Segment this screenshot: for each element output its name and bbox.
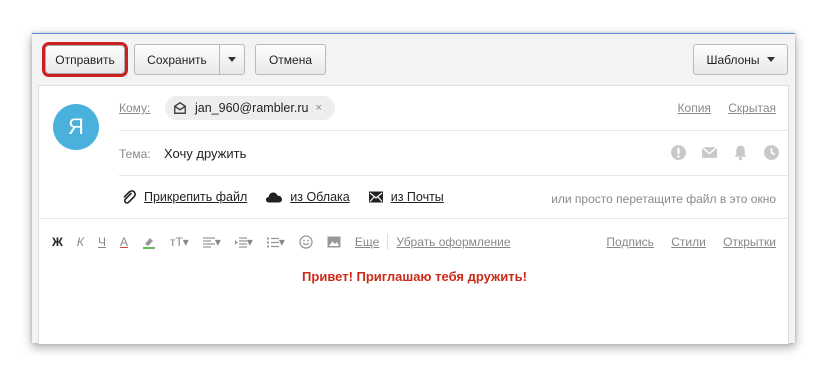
- format-right-links: Подпись Стили Открытки: [592, 235, 776, 249]
- align-left-icon: [202, 236, 215, 248]
- templates-button[interactable]: Шаблоны: [693, 44, 788, 75]
- from-mail-label: из Почты: [390, 190, 444, 204]
- templates-label: Шаблоны: [706, 52, 760, 67]
- underline-button[interactable]: Ч: [98, 235, 106, 249]
- text-color-button[interactable]: А: [120, 235, 128, 249]
- divider: [39, 218, 788, 219]
- compose-toolbar: Отправить Сохранить Отмена Шаблоны: [32, 34, 795, 84]
- message-body[interactable]: Привет! Приглашаю тебя дружить!: [39, 269, 790, 284]
- cloud-icon: [266, 192, 283, 203]
- envelope-icon: [174, 101, 186, 114]
- from-cloud-label: из Облака: [290, 190, 350, 204]
- smiley-icon: [299, 235, 313, 249]
- more-link[interactable]: Еще: [355, 235, 379, 249]
- bcc-link[interactable]: Скрытая: [728, 101, 776, 115]
- clock-icon[interactable]: [763, 144, 780, 161]
- italic-button[interactable]: К: [77, 235, 84, 249]
- compose-panel: Я Кому: jan_960@rambler.ru × Копия Скрыт…: [38, 85, 789, 344]
- bell-icon[interactable]: [732, 144, 749, 161]
- compose-window: Отправить Сохранить Отмена Шаблоны Я Ком…: [32, 33, 795, 344]
- mail-icon: [368, 191, 383, 203]
- remove-recipient-icon[interactable]: ×: [315, 102, 321, 114]
- format-toolbar: Ж К Ч А тТ ▾ ▾ ▾ ▾ Еще Убрать оформление: [52, 234, 525, 250]
- cancel-button[interactable]: Отмена: [255, 44, 326, 75]
- signature-link[interactable]: Подпись: [606, 235, 654, 249]
- indent-button[interactable]: ▾: [234, 235, 253, 249]
- cards-link[interactable]: Открытки: [723, 235, 776, 249]
- divider: [119, 175, 788, 176]
- font-size-button[interactable]: тТ ▾: [170, 235, 189, 249]
- recipient-chip[interactable]: jan_960@rambler.ru ×: [165, 96, 335, 120]
- notify-envelope-icon[interactable]: [701, 144, 718, 161]
- recipient-address: jan_960@rambler.ru: [195, 101, 309, 115]
- divider: [119, 130, 788, 131]
- bold-button[interactable]: Ж: [52, 235, 63, 249]
- highlight-button[interactable]: [142, 236, 156, 249]
- subject-icons: [670, 144, 780, 161]
- send-button[interactable]: Отправить: [42, 42, 128, 77]
- font-size-label: тТ: [169, 235, 183, 249]
- indent-icon: [234, 236, 247, 248]
- subject-label: Тема:: [119, 147, 151, 161]
- subject-input[interactable]: Хочу дружить: [164, 146, 246, 161]
- toolbar-separator: [387, 234, 389, 250]
- styles-link[interactable]: Стили: [671, 235, 706, 249]
- chevron-down-icon: [228, 57, 236, 62]
- image-icon: [327, 236, 341, 248]
- importance-icon[interactable]: [670, 144, 687, 161]
- avatar: Я: [53, 104, 99, 150]
- attachment-row: Прикрепить файл из Облака из Почты: [121, 189, 462, 205]
- clear-format-link[interactable]: Убрать оформление: [396, 235, 510, 249]
- chevron-down-icon: [766, 57, 775, 62]
- cc-bcc-links: Копия Скрытая: [664, 101, 776, 115]
- save-options-button[interactable]: [219, 44, 245, 75]
- from-cloud-link[interactable]: из Облака: [265, 190, 350, 204]
- drop-hint: или просто перетащите файл в это окно: [551, 192, 776, 206]
- highlighter-icon: [142, 237, 155, 249]
- emoji-button[interactable]: [299, 235, 313, 249]
- save-button[interactable]: Сохранить: [134, 44, 220, 75]
- attach-file-label: Прикрепить файл: [144, 190, 248, 204]
- attach-file-link[interactable]: Прикрепить файл: [121, 189, 247, 205]
- from-mail-link[interactable]: из Почты: [368, 190, 444, 204]
- image-button[interactable]: [327, 236, 341, 248]
- list-button[interactable]: ▾: [266, 235, 285, 249]
- paperclip-icon: [123, 190, 136, 204]
- cc-link[interactable]: Копия: [678, 101, 711, 115]
- to-label[interactable]: Кому:: [119, 101, 150, 115]
- align-button[interactable]: ▾: [202, 235, 221, 249]
- numbered-list-icon: [266, 237, 279, 247]
